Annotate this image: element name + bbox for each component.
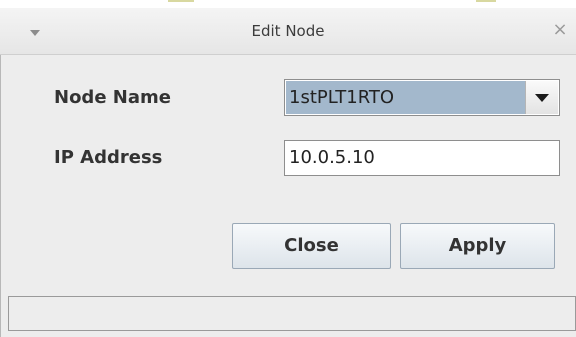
- dropdown-button[interactable]: [525, 81, 558, 114]
- close-icon[interactable]: ×: [550, 20, 570, 40]
- dialog-title: Edit Node: [251, 22, 325, 40]
- ip-address-field[interactable]: 10.0.5.10: [284, 140, 560, 176]
- window-border: [0, 55, 1, 337]
- ip-address-label: IP Address: [54, 147, 163, 168]
- close-button[interactable]: Close: [232, 223, 391, 269]
- node-name-selected-value[interactable]: 1stPLT1RTO: [286, 81, 525, 114]
- edit-node-dialog: Edit Node × Node Name 1stPLT1RTO IP Addr…: [0, 0, 576, 337]
- node-name-label: Node Name: [54, 87, 171, 108]
- status-bar: [8, 296, 576, 331]
- dropdown-arrow-icon: [535, 94, 549, 102]
- apply-button[interactable]: Apply: [400, 223, 555, 269]
- accent-mark: [476, 0, 496, 2]
- accent-mark: [168, 0, 194, 2]
- title-bar[interactable]: Edit Node ×: [0, 8, 576, 55]
- top-strip: [0, 0, 576, 8]
- node-name-combobox[interactable]: 1stPLT1RTO: [284, 79, 560, 116]
